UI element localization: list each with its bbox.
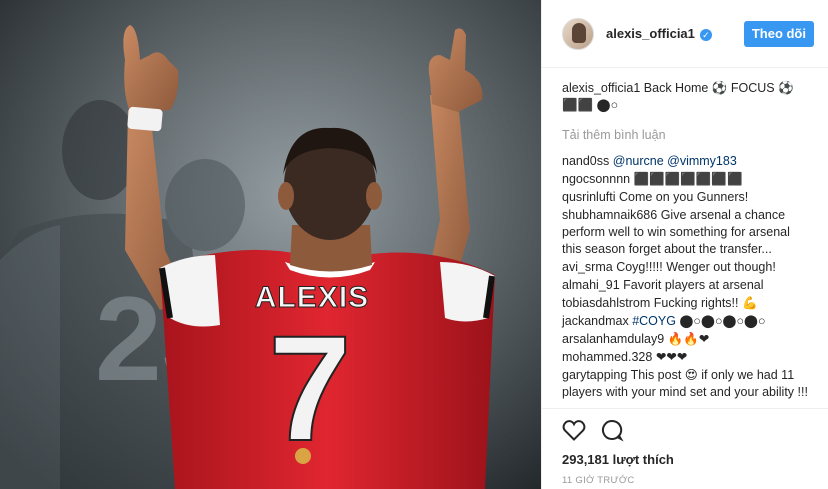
- caption: alexis_officia1 Back Home ⚽ FOCUS ⚽ ⬛⬛ ⬤…: [562, 80, 808, 114]
- comment-username[interactable]: nand0ss: [562, 154, 609, 168]
- post-header: alexis_officia1 ✓ Theo dõi: [542, 0, 828, 68]
- comment-username[interactable]: avi_srma: [562, 260, 613, 274]
- comment-text: ⬛⬛⬛⬛⬛⬛⬛: [633, 172, 743, 186]
- comment-username[interactable]: almahi_91: [562, 278, 620, 292]
- header-username[interactable]: alexis_officia1 ✓: [606, 26, 712, 41]
- comment-bubble-icon[interactable]: [600, 418, 624, 445]
- follow-button[interactable]: Theo dõi: [743, 20, 814, 47]
- comment-item: avi_srma Coyg!!!!! Wenger out though!: [562, 259, 808, 276]
- comment-username[interactable]: tobiasdahlstrom: [562, 296, 650, 310]
- comment-username[interactable]: ngocsonnnn: [562, 172, 630, 186]
- comment-item: garytapping This post 😍 if only we had 1…: [562, 367, 808, 401]
- comment-username[interactable]: garytapping: [562, 368, 627, 382]
- comment-text: 🔥🔥❤: [667, 332, 710, 346]
- post-container: 23 ALEXIS 7 alexis_officia1 ✓ Theo dõi a…: [0, 0, 828, 489]
- comment-username[interactable]: jackandmax: [562, 314, 629, 328]
- comment-username[interactable]: qusrinlufti: [562, 190, 616, 204]
- action-icons: [562, 419, 808, 443]
- comment-text: Fucking rights!! 💪: [653, 296, 758, 310]
- like-heart-icon[interactable]: [562, 419, 586, 444]
- player-illustration: 23 ALEXIS 7: [0, 0, 541, 489]
- header-username-text[interactable]: alexis_officia1: [606, 26, 695, 41]
- comment-username[interactable]: arsalanhamdulay9: [562, 332, 664, 346]
- comment-item: nand0ss @nurcne @vimmy183: [562, 153, 808, 170]
- comment-text: ⬤○⬤○⬤○⬤○: [679, 314, 766, 328]
- comment-text: Coyg!!!!! Wenger out though!: [616, 260, 776, 274]
- comment-item: shubhamnaik686 Give arsenal a chance per…: [562, 207, 808, 258]
- comment-text: Favorit players at arsenal: [623, 278, 764, 292]
- likes-count[interactable]: 293,181 lượt thích: [562, 452, 808, 467]
- post-actions: 293,181 lượt thích 11 GIỜ TRƯỚC: [542, 408, 828, 489]
- comment-hashtag[interactable]: #COYG: [632, 314, 676, 328]
- comment-username[interactable]: mohammed.328: [562, 350, 652, 364]
- comment-username[interactable]: shubhamnaik686: [562, 208, 657, 222]
- jersey-number: 7: [268, 304, 351, 472]
- club-crest-icon: [295, 448, 311, 464]
- comment-mention[interactable]: @nurcne @vimmy183: [613, 154, 737, 168]
- verified-badge-icon: ✓: [699, 29, 712, 41]
- comment-item: almahi_91 Favorit players at arsenal: [562, 277, 808, 294]
- post-timestamp[interactable]: 11 GIỜ TRƯỚC: [562, 475, 808, 486]
- load-more-comments-link[interactable]: Tải thêm bình luận: [562, 127, 808, 144]
- comments-list: alexis_officia1 Back Home ⚽ FOCUS ⚽ ⬛⬛ ⬤…: [542, 68, 828, 408]
- comment-text: Come on you Gunners!: [618, 190, 749, 204]
- comment-item: mohammed.328 ❤❤❤: [562, 349, 808, 366]
- comment-item: ngocsonnnn ⬛⬛⬛⬛⬛⬛⬛: [562, 171, 808, 188]
- post-side-panel: alexis_officia1 ✓ Theo dõi alexis_officia…: [541, 0, 828, 489]
- comment-text: ❤❤❤: [655, 350, 688, 364]
- avatar[interactable]: [562, 17, 594, 50]
- comment-item: tobiasdahlstrom Fucking rights!! 💪: [562, 295, 808, 312]
- comment-item: arsalanhamdulay9 🔥🔥❤: [562, 331, 808, 348]
- comment-item: jackandmax #COYG ⬤○⬤○⬤○⬤○: [562, 313, 808, 330]
- post-photo[interactable]: 23 ALEXIS 7: [0, 0, 541, 489]
- comment-item: qusrinlufti Come on you Gunners!: [562, 189, 808, 206]
- caption-username[interactable]: alexis_officia1: [562, 81, 640, 95]
